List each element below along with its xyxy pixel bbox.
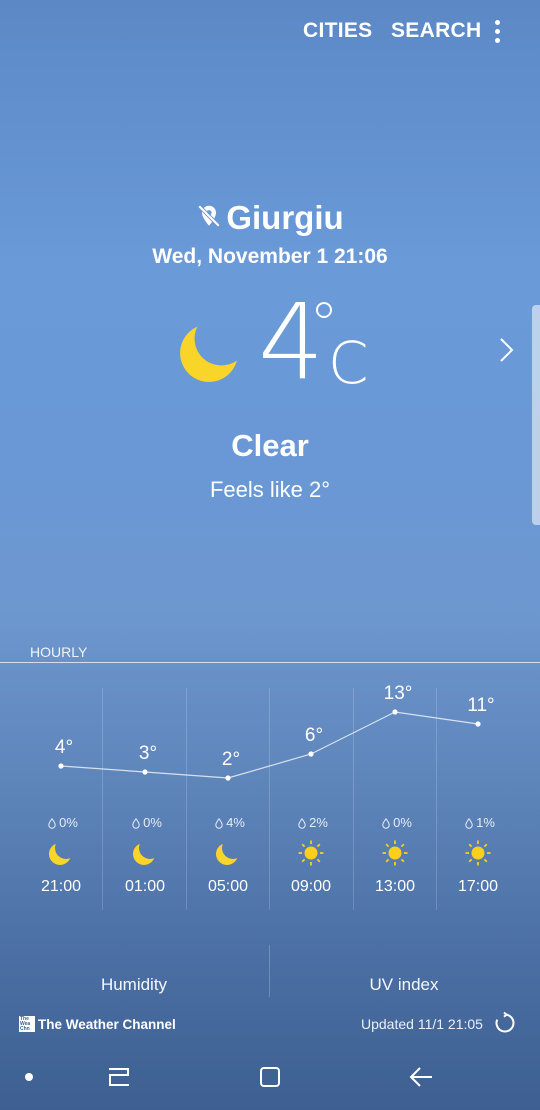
temperature-point — [225, 775, 231, 781]
date-time: Wed, November 1 21:06 — [152, 245, 388, 268]
home-icon[interactable] — [258, 1065, 282, 1089]
precipitation-value: 4% — [226, 815, 245, 830]
temperature-unit: C — [328, 329, 369, 397]
hourly-divider — [0, 662, 540, 663]
feels-like: Feels like 2° — [209, 477, 331, 502]
city-name: Giurgiu — [226, 199, 344, 236]
temperature-point — [58, 763, 64, 769]
hourly-time: 17:00 — [457, 878, 499, 895]
precipitation-chance: 1% — [450, 815, 510, 830]
hourly-time: 09:00 — [290, 878, 332, 895]
hourly-temperature: 4° — [54, 737, 74, 758]
navigation-bar — [0, 1045, 540, 1110]
hourly-temperature: 2° — [221, 749, 241, 770]
column-divider — [436, 688, 437, 910]
column-divider — [186, 688, 187, 910]
moon-icon — [180, 324, 238, 382]
nav-dot[interactable] — [25, 1073, 33, 1081]
hourly-temperature-chart — [58, 709, 481, 781]
column-divider — [269, 688, 270, 910]
hourly-temperature: 11° — [467, 695, 495, 716]
moon-icon — [49, 843, 71, 865]
temperature-point — [392, 709, 398, 715]
raindrop-icon — [132, 818, 140, 829]
hourly-temperature: 13° — [383, 683, 413, 704]
moon-icon — [216, 843, 238, 865]
raindrop-icon — [382, 818, 390, 829]
hourly-temperature: 3° — [138, 743, 158, 764]
moon-icon — [133, 843, 155, 865]
humidity-label[interactable]: Humidity — [34, 975, 234, 995]
back-icon[interactable] — [408, 1065, 434, 1089]
precipitation-chance: 0% — [33, 815, 93, 830]
precipitation-chance: 2% — [283, 815, 343, 830]
updated-time: Updated 11/1 21:05 — [361, 1016, 483, 1032]
precipitation-value: 0% — [59, 815, 78, 830]
current-temperature: 4 — [258, 281, 325, 403]
temperature-point — [308, 751, 314, 757]
recent-apps-icon[interactable] — [106, 1065, 132, 1089]
search-button[interactable]: SEARCH — [391, 19, 481, 43]
chevron-right-icon[interactable] — [497, 336, 517, 364]
hourly-temperature: 6° — [304, 725, 324, 746]
location-title: Giurgiu — [0, 199, 540, 237]
raindrop-icon — [48, 818, 56, 829]
precipitation-value: 2% — [309, 815, 328, 830]
location-off-icon — [198, 205, 221, 228]
uv-index-label[interactable]: UV index — [304, 975, 504, 995]
sun-icon — [298, 840, 324, 866]
hourly-label: HOURLY — [30, 644, 88, 660]
hourly-time: 13:00 — [374, 878, 416, 895]
more-vert-icon[interactable] — [490, 20, 504, 44]
raindrop-icon — [215, 818, 223, 829]
temperature-point — [475, 721, 481, 727]
sun-icon — [382, 840, 408, 866]
hourly-time: 21:00 — [40, 878, 82, 895]
column-divider — [102, 688, 103, 910]
precipitation-value: 0% — [143, 815, 162, 830]
temperature-point — [142, 769, 148, 775]
precipitation-value: 0% — [393, 815, 412, 830]
weather-condition: Clear — [231, 428, 309, 463]
weather-channel-logo[interactable]: The Wea Chn The Weather Channel — [19, 1016, 176, 1032]
precipitation-value: 1% — [476, 815, 495, 830]
top-bar: CITIES SEARCH — [0, 0, 540, 64]
hourly-time: 01:00 — [124, 878, 166, 895]
raindrop-icon — [465, 818, 473, 829]
hourly-time: 05:00 — [207, 878, 249, 895]
twc-logo-icon: The Wea Chn — [19, 1016, 35, 1032]
raindrop-icon — [298, 818, 306, 829]
provider-name: The Weather Channel — [38, 1016, 176, 1032]
degree-symbol — [316, 302, 332, 318]
sun-icon — [465, 840, 491, 866]
precipitation-chance: 0% — [117, 815, 177, 830]
precipitation-chance: 4% — [200, 815, 260, 830]
cities-button[interactable]: CITIES — [303, 19, 372, 43]
card-divider — [269, 945, 270, 997]
precipitation-chance: 0% — [367, 815, 427, 830]
refresh-icon[interactable] — [494, 1012, 516, 1034]
column-divider — [353, 688, 354, 910]
